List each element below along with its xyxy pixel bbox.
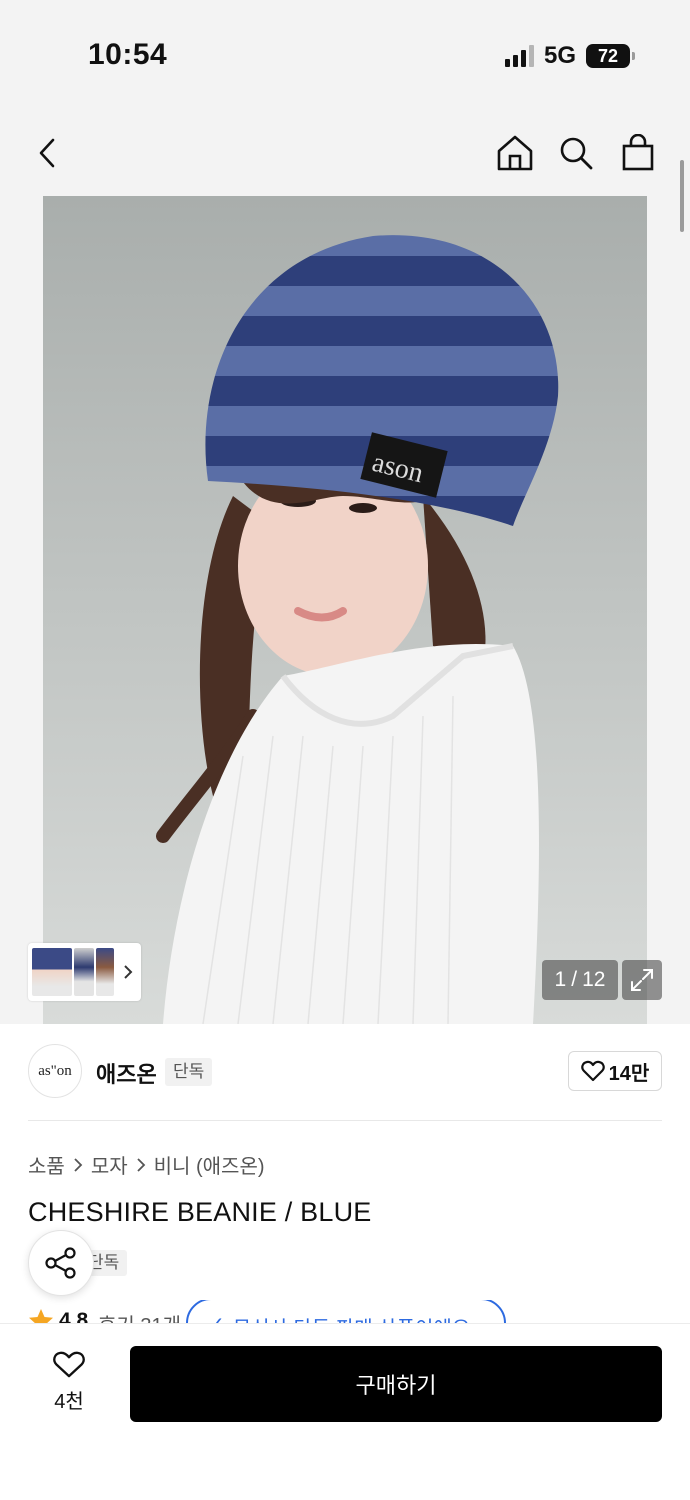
image-counter: 1 / 12 [542, 960, 618, 1000]
breadcrumb-item[interactable]: 모자 [91, 1150, 128, 1179]
thumbnail-2[interactable] [74, 948, 94, 996]
home-button[interactable] [490, 128, 540, 178]
status-time: 10:54 [88, 38, 168, 71]
bottom-action-bar: 4천 구매하기 [0, 1323, 690, 1500]
search-icon [560, 137, 593, 170]
divider [28, 1120, 662, 1121]
scrollbar[interactable] [680, 160, 684, 232]
brand-row: as"on 애즈온 단독 14만 [28, 1044, 662, 1100]
counter-total: 12 [582, 968, 606, 991]
thumbnail-1[interactable] [32, 948, 72, 996]
chevron-right-icon [122, 964, 138, 980]
wishlist-button[interactable]: 4천 [40, 1350, 98, 1414]
product-photo: ason [43, 196, 647, 1024]
share-icon [45, 1247, 76, 1279]
brand-name[interactable]: 애즈온 [96, 1057, 157, 1089]
heart-icon [580, 1060, 605, 1082]
product-title: CHESHIRE BEANIE / BLUE [28, 1197, 372, 1227]
review-count[interactable]: 후기 31개 [98, 1309, 181, 1324]
thumbnail-3[interactable] [96, 948, 114, 996]
chevron-left-icon [39, 138, 55, 168]
exclusive-badge: 단독 [165, 1058, 213, 1086]
counter-current: 1 [554, 968, 567, 991]
network-label: 5G [543, 42, 576, 69]
search-button[interactable] [551, 128, 601, 178]
shopping-bag-icon [622, 134, 654, 171]
rating-row: 4.8 후기 31개 ✓ 무신사 단독 판매 상품이에요 [28, 1300, 668, 1324]
exclusive-info-pill[interactable]: ✓ 무신사 단독 판매 상품이에요 [186, 1300, 506, 1324]
heart-icon [53, 1351, 85, 1378]
top-nav [0, 110, 690, 196]
brand-like-count: 14만 [608, 1062, 650, 1085]
home-icon [497, 135, 533, 171]
signal-icon [504, 45, 534, 67]
status-bar: 10:54 5G 72 [0, 0, 690, 110]
cart-button[interactable] [613, 128, 663, 178]
expand-button[interactable] [622, 960, 662, 1000]
chevron-right-icon [134, 1157, 148, 1172]
battery-icon: 72 [586, 44, 635, 68]
breadcrumb: 소품 모자 비니 (애즈온) [28, 1150, 265, 1179]
star-icon [29, 1309, 53, 1324]
brand-like-button[interactable]: 14만 [568, 1051, 662, 1091]
wishlist-count: 4천 [54, 1391, 84, 1413]
counter-separator: / [571, 968, 578, 991]
product-image[interactable]: ason [43, 196, 647, 1024]
chevron-right-icon [71, 1157, 85, 1172]
rating-value: 4.8 [59, 1309, 89, 1324]
expand-icon [631, 969, 653, 991]
breadcrumb-item[interactable]: 소품 [28, 1150, 65, 1179]
thumbnail-strip[interactable] [28, 943, 141, 1001]
back-button[interactable] [22, 128, 72, 178]
share-button[interactable] [28, 1230, 94, 1296]
breadcrumb-item[interactable]: 비니 (애즈온) [154, 1150, 265, 1179]
status-indicators: 5G 72 [504, 42, 635, 70]
buy-button[interactable]: 구매하기 [130, 1346, 662, 1422]
brand-logo[interactable]: as"on [28, 1044, 82, 1098]
